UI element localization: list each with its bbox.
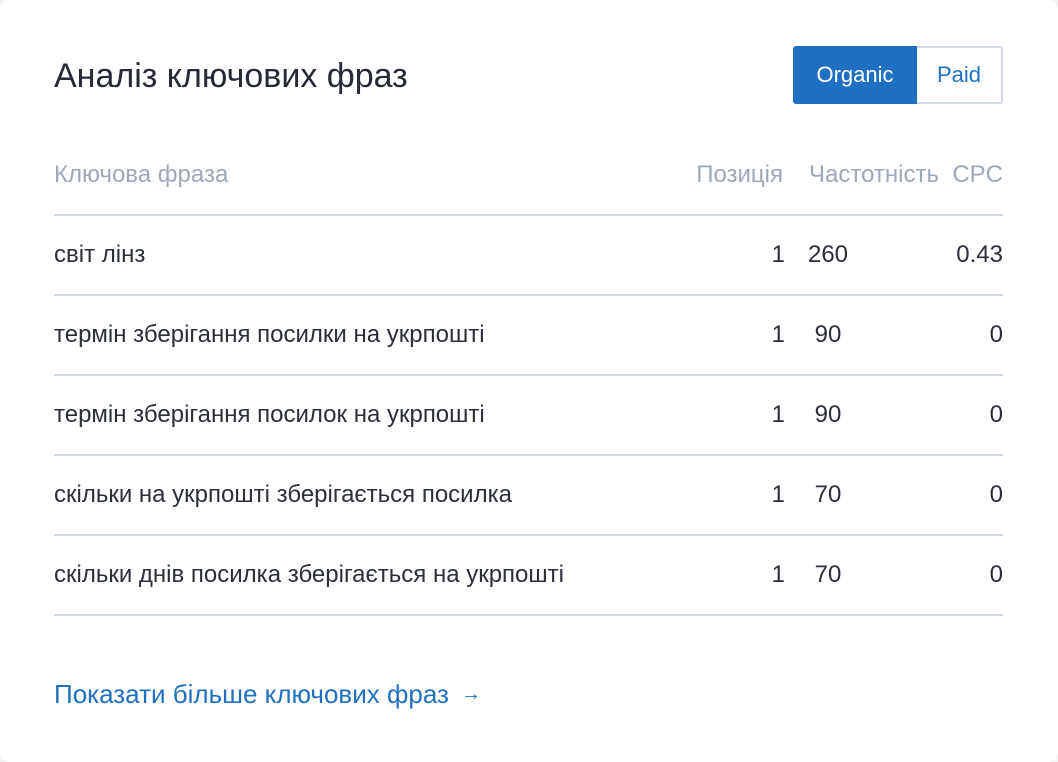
keywords-table: Ключова фраза Позиція Частотність CPC св…: [54, 136, 1003, 616]
table-row: світ лінз 1 260 0.43: [54, 216, 1003, 296]
table-row: термін зберігання посилок на укрпошті 1 …: [54, 376, 1003, 456]
keyword-cpc: 0: [989, 321, 1003, 348]
column-header-frequency[interactable]: Частотність: [809, 136, 939, 214]
organic-button[interactable]: Organic: [793, 46, 917, 104]
keyword-phrase[interactable]: скільки днів посилка зберігається на укр…: [54, 536, 564, 614]
keyword-analysis-card: Аналіз ключових фраз Organic Paid Ключов…: [0, 0, 1058, 762]
keyword-phrase[interactable]: термін зберігання посилок на укрпошті: [54, 376, 485, 454]
keyword-cpc: 0.43: [956, 241, 1003, 268]
paid-button[interactable]: Paid: [917, 46, 1003, 104]
table-row: термін зберігання посилки на укрпошті 1 …: [54, 296, 1003, 376]
keyword-phrase[interactable]: скільки на укрпошті зберігається посилка: [54, 456, 512, 534]
keyword-phrase[interactable]: світ лінз: [54, 216, 145, 294]
organic-paid-toggle: Organic Paid: [793, 46, 1003, 104]
keyword-frequency: 90: [814, 401, 842, 428]
keyword-frequency: 70: [814, 561, 842, 588]
keyword-frequency: 90: [814, 321, 842, 348]
keyword-cpc: 0: [989, 401, 1003, 428]
table-row: скільки на укрпошті зберігається посилка…: [54, 456, 1003, 536]
show-more-label: Показати більше ключових фраз: [54, 679, 449, 709]
card-title: Аналіз ключових фраз: [54, 57, 408, 95]
keyword-frequency: 260: [807, 241, 849, 268]
keyword-frequency: 70: [814, 481, 842, 508]
table-header: Ключова фраза Позиція Частотність CPC: [54, 136, 1003, 216]
column-header-cpc[interactable]: CPC: [952, 136, 1003, 214]
keyword-phrase[interactable]: термін зберігання посилки на укрпошті: [54, 296, 485, 374]
keyword-cpc: 0: [989, 561, 1003, 588]
show-more-keywords-link[interactable]: Показати більше ключових фраз →: [54, 676, 481, 712]
arrow-right-icon: →: [460, 683, 481, 705]
column-header-phrase[interactable]: Ключова фраза: [54, 136, 228, 214]
column-header-position[interactable]: Позиція: [696, 136, 783, 214]
keyword-cpc: 0: [989, 481, 1003, 508]
table-row: скільки днів посилка зберігається на укр…: [54, 536, 1003, 616]
